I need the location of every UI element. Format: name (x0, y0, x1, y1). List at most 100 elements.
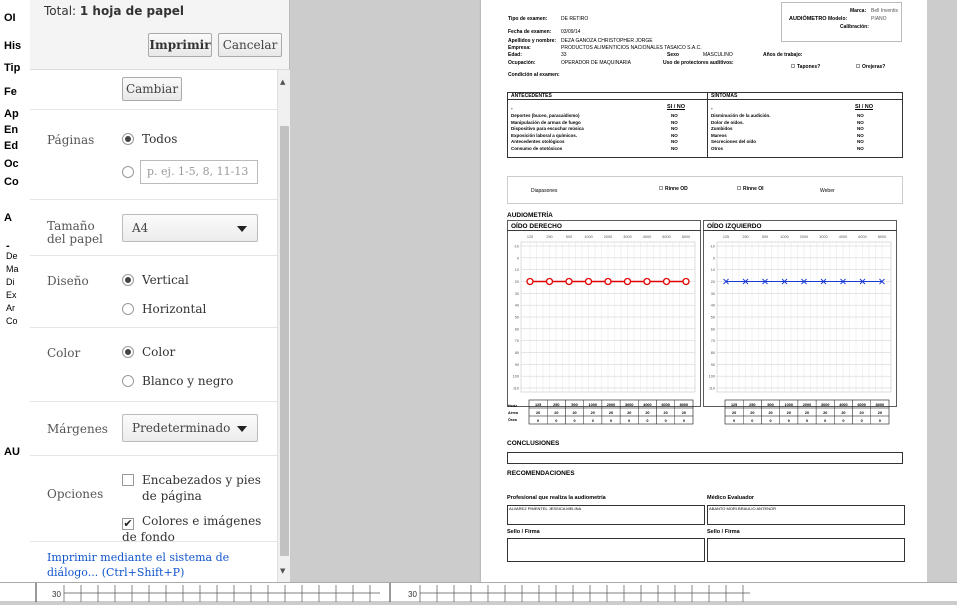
table-cell-value: 0 (646, 419, 648, 423)
layout-horizontal-option[interactable]: Horizontal (122, 302, 206, 316)
item-label: Deportes (buceo, paracaidismo) (511, 113, 580, 118)
field-label: Calibración: (840, 24, 869, 30)
item-label: Dolor de oídos. (711, 119, 744, 125)
dialog-header: Total: 1 hoja de papel Imprimir Cancelar (30, 0, 289, 70)
table-cell-value: 0 (861, 419, 863, 423)
pages-range-option[interactable] (122, 165, 142, 179)
y-tick-label: 0 (517, 256, 519, 260)
sello-box (707, 538, 905, 562)
y-tick-label: -10 (514, 245, 520, 249)
bw-option[interactable]: Blanco y negro (122, 374, 233, 388)
x-tick-label: 500 (762, 235, 768, 239)
background-text: Ar (6, 303, 15, 313)
y-tick-label: 90 (711, 363, 715, 367)
chevron-down-icon (237, 226, 247, 232)
item-label: Secreciones del oído (711, 139, 757, 144)
dash: - (511, 106, 513, 112)
field-label: Ocupación: (508, 60, 536, 66)
table-cell-value: 0 (628, 419, 630, 423)
table-cell-value: 0 (610, 419, 612, 423)
table-cell-value: 20 (878, 411, 882, 415)
item-value: NO (857, 145, 864, 151)
radio-icon[interactable] (122, 303, 134, 315)
dialog-scrollbar[interactable]: ▲ ▼ (277, 70, 290, 582)
background-text: Oc (4, 158, 19, 170)
table-cell-value: 20 (627, 411, 631, 415)
table-cell-value: 250 (553, 403, 559, 407)
check-icon[interactable]: ✔ (122, 518, 134, 530)
system-dialog-link[interactable]: Imprimir mediante el sistema de diálogo.… (47, 550, 267, 580)
table-cell-value: 20 (609, 411, 613, 415)
radio-icon[interactable] (122, 375, 134, 387)
table-cell-value: 3000 (821, 403, 829, 407)
radio-icon[interactable] (122, 274, 134, 286)
radio-icon[interactable] (122, 346, 134, 358)
table-cell-value: 0 (751, 419, 753, 423)
table-cell-value: 20 (768, 411, 772, 415)
item-label: Manipulación de armas de fuego (511, 119, 581, 125)
bg-colors-option[interactable]: ✔ Colores e imágenes de fondo (122, 514, 277, 544)
item-label: Consumo de ototóxicos (511, 145, 563, 151)
change-destination-button[interactable]: Cambiar (122, 77, 182, 101)
diapasones-label: Diapasones (531, 188, 558, 194)
data-point (662, 277, 671, 286)
table-cell-value: 20 (841, 411, 845, 415)
item-label: Otros (711, 145, 724, 151)
item-label: Mareos (711, 132, 727, 138)
headers-footers-option[interactable]: Encabezados y pies de página (122, 472, 272, 504)
cancel-button[interactable]: Cancelar (218, 33, 282, 57)
chart-title: OÍDO IZQUIERDO (707, 221, 762, 230)
table-cell-value: 4000 (643, 403, 651, 407)
layout-vertical-option[interactable]: Vertical (122, 273, 189, 287)
y-tick-label: 110 (709, 387, 715, 391)
field-label: Apellidos y nombre: (508, 38, 557, 44)
field-value: DEZA GANOZA CHRISTOPHER JORGE (561, 38, 653, 44)
print-button[interactable]: Imprimir (148, 33, 212, 57)
radio-icon[interactable] (122, 133, 134, 145)
pages-label: Páginas (47, 133, 95, 147)
pages-range-input[interactable]: p. ej. 1-5, 8, 11-13 (140, 160, 258, 184)
audiometria-title: AUDIOMETRÍA (507, 212, 553, 219)
profesional-value: ALVAREZ PIMENTEL JESSICA MELINA (509, 506, 582, 511)
sintomas-title: SÍNTOMAS (711, 93, 738, 99)
table-row-label: Ósea (508, 417, 518, 422)
background-text: Di (6, 277, 15, 287)
margins-select[interactable]: Predeterminado (122, 414, 258, 442)
data-point (526, 277, 534, 286)
background-text: Ap (4, 108, 19, 120)
table-cell-value: 0 (555, 419, 557, 423)
pages-all-option[interactable]: Todos (122, 132, 177, 146)
y-tick-label: 10 (711, 268, 715, 272)
background-text: Ed (4, 140, 19, 152)
data-point (643, 277, 651, 286)
scroll-up-icon[interactable]: ▲ (280, 78, 285, 86)
y-tick-label: 20 (711, 280, 715, 284)
x-tick-label: 8000 (682, 235, 690, 239)
field-value: Bell Inventis (871, 8, 898, 14)
table-cell-value: 20 (645, 411, 649, 415)
paper-size-select[interactable]: A4 (122, 214, 258, 242)
table-cell-value: 0 (592, 419, 594, 423)
radio-icon[interactable] (122, 166, 134, 178)
item-label: Zumbidos (711, 126, 733, 131)
item-value: NO (857, 113, 864, 118)
field-label: Edad: (508, 52, 522, 58)
table-row-label: Aérea (508, 411, 519, 415)
settings-panel: Cambiar Páginas Todos p. ej. 1-5, 8, 11-… (30, 70, 290, 582)
background-text: Tip (4, 62, 21, 74)
table-cell-value: 20 (750, 411, 754, 415)
table-cell-value: 1000 (589, 403, 597, 407)
color-option[interactable]: Color (122, 345, 175, 359)
checkbox-icon[interactable] (122, 474, 134, 486)
y-tick-label: 80 (515, 351, 519, 355)
table-cell-value: 20 (823, 411, 827, 415)
data-point (623, 277, 632, 286)
x-tick-label: 250 (546, 235, 552, 239)
print-dialog: Total: 1 hoja de papel Imprimir Cancelar… (30, 0, 290, 582)
scroll-thumb[interactable] (280, 126, 289, 556)
x-tick-label: 125 (527, 235, 533, 239)
field-label: Uso de protectores auditivos: (663, 60, 734, 66)
field-label: Condición al examen: (508, 72, 560, 78)
x-tick-label: 500 (566, 235, 572, 239)
scroll-down-icon[interactable]: ▼ (280, 567, 285, 575)
